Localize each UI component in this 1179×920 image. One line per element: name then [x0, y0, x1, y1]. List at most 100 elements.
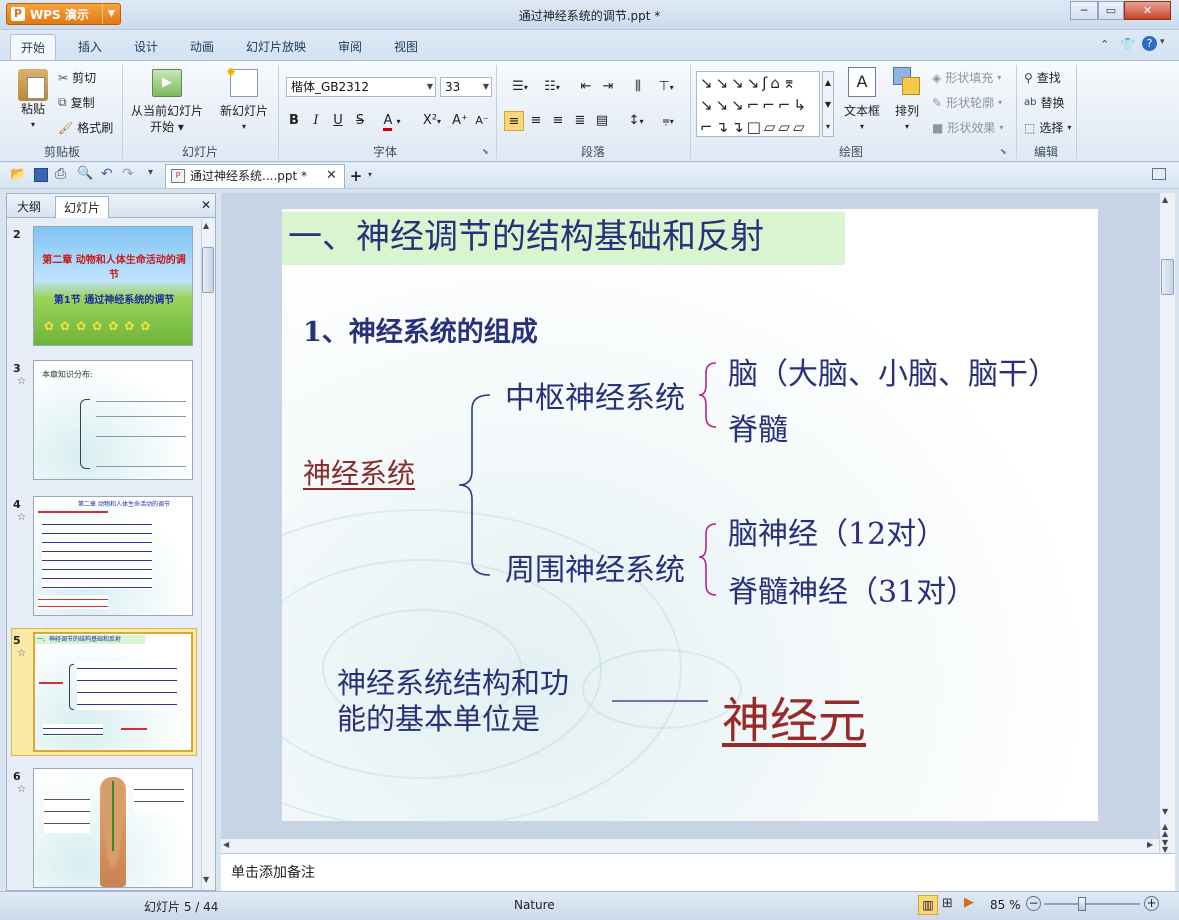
zoom-in-button[interactable]: + — [1144, 896, 1159, 911]
replace-button[interactable]: ab 替换 — [1024, 94, 1065, 111]
gallery-scroll[interactable]: ▲ ▼ ▾ — [822, 71, 834, 137]
zoom-slider-thumb[interactable] — [1078, 897, 1086, 911]
open-icon[interactable]: 📂 — [10, 167, 26, 182]
align-center-icon[interactable]: ≡ — [526, 111, 546, 131]
shrink-font-icon[interactable]: A⁻ — [472, 111, 492, 131]
save-icon[interactable] — [34, 168, 48, 182]
print-preview-icon[interactable]: 🔍 — [77, 166, 93, 181]
print-icon[interactable]: ⎙ — [55, 166, 66, 182]
peripheral-item-spinal-nerves[interactable]: 脊髓神经（31对） — [728, 567, 976, 611]
tab-slideshow[interactable]: 幻灯片放映 — [236, 34, 316, 60]
paste-button[interactable]: 粘贴 ▾ — [14, 69, 52, 133]
slide-thumbnail-5[interactable]: 一、神经调节的结构基础和反射 — [33, 632, 193, 752]
central-nervous-system[interactable]: 中枢神经系统 — [505, 373, 685, 417]
align-right-icon[interactable]: ≡ — [548, 111, 568, 131]
align-left-icon[interactable]: ≡ — [504, 111, 524, 131]
textbox-button[interactable]: A 文本框 ▾ — [842, 67, 882, 135]
tab-list-icon[interactable]: ▾ — [368, 170, 372, 179]
tab-insert[interactable]: 插入 — [68, 34, 112, 60]
undo-icon[interactable]: ↶ — [101, 166, 113, 182]
close-tab-icon[interactable]: ✕ — [326, 168, 337, 183]
italic-button[interactable]: I — [306, 111, 326, 131]
underline-button[interactable]: U — [328, 111, 348, 131]
scroll-right-icon[interactable]: ▶ — [1147, 840, 1153, 849]
tab-view[interactable]: 视图 — [384, 34, 428, 60]
bullet-list-icon[interactable]: ☰▾ — [506, 77, 534, 97]
slide-horizontal-scrollbar[interactable]: ◀ ▶ — [221, 838, 1159, 853]
columns-icon[interactable]: ⩦▾ — [654, 111, 682, 131]
numbered-list-icon[interactable]: ☷▾ — [538, 77, 566, 97]
text-direction-icon[interactable]: ⫼ — [628, 77, 648, 97]
minimize-button[interactable]: ─ — [1070, 1, 1098, 20]
slide-sorter-icon[interactable]: ⊞ — [942, 896, 953, 911]
tab-design[interactable]: 设计 — [124, 34, 168, 60]
normal-view-icon[interactable]: ▥ — [918, 895, 938, 915]
bold-button[interactable]: B — [284, 111, 304, 131]
central-item-spinal-cord[interactable]: 脊髓 — [728, 405, 788, 449]
font-color-button[interactable]: A ▾ — [376, 111, 408, 131]
previous-slide-icon[interactable]: ▲ ▲ — [1162, 823, 1168, 838]
slide[interactable]: 一、神经调节的结构基础和反射 1、神经系统的组成 神经系统 中枢神经系统 脑（大… — [282, 209, 1098, 821]
distribute-icon[interactable]: ▤ — [592, 111, 612, 131]
slideshow-icon[interactable]: ▶ — [964, 895, 974, 910]
skin-icon[interactable]: 👕 — [1120, 37, 1135, 51]
grow-font-icon[interactable]: A⁺ — [450, 111, 470, 131]
redo-icon[interactable]: ↷ — [122, 166, 134, 182]
central-item-brain[interactable]: 脑（大脑、小脑、脑干） — [728, 349, 1058, 393]
zoom-out-button[interactable]: − — [1026, 896, 1041, 911]
copy-button[interactable]: ⧉ 复制 — [58, 94, 95, 111]
decrease-indent-icon[interactable]: ⇤ — [576, 77, 596, 97]
align-text-icon[interactable]: ⊤▾ — [652, 77, 680, 97]
arrange-button[interactable]: 排列 ▾ — [888, 67, 926, 135]
justify-icon[interactable]: ≣ — [570, 111, 590, 131]
tab-outline[interactable]: 大纲 — [9, 196, 49, 218]
answer-neuron[interactable]: 神经元 — [722, 681, 866, 751]
scroll-down-icon[interactable]: ▼ — [203, 875, 209, 884]
scroll-down-icon[interactable]: ▼ — [1162, 807, 1168, 816]
customize-qat-icon[interactable]: ▾ — [148, 167, 153, 178]
close-pane-icon[interactable]: ✕ — [201, 198, 211, 212]
scroll-thumb[interactable] — [1161, 259, 1174, 295]
document-tab[interactable]: P 通过神经系统....ppt * — [165, 164, 345, 188]
line-spacing-icon[interactable]: ↕▾ — [622, 111, 650, 131]
font-name-combo[interactable]: 楷体_GB2312 ▼ — [286, 77, 436, 97]
scroll-thumb[interactable] — [202, 247, 214, 293]
shape-outline-button[interactable]: ✎ 形状轮廓 ▾ — [932, 94, 1002, 111]
select-button[interactable]: ⬚ 选择 ▾ — [1024, 119, 1071, 136]
new-slide-button[interactable]: ✸ 新幻灯片 ▾ — [216, 65, 272, 135]
tab-slides[interactable]: 幻灯片 — [55, 196, 110, 218]
slide-thumbnail-6[interactable] — [33, 768, 193, 888]
notes-pane[interactable]: 单击添加备注 — [221, 853, 1175, 891]
slide-thumbnail-4[interactable]: 第二章 动物和人体生命活动的调节 — [33, 496, 193, 616]
scroll-up-icon[interactable]: ▲ — [1162, 195, 1168, 204]
dialog-launcher-icon[interactable]: ⬊ — [1000, 147, 1007, 156]
slide-thumbnail-3[interactable]: 本章知识分布: — [33, 360, 193, 480]
tab-review[interactable]: 审阅 — [328, 34, 372, 60]
slide-vertical-scrollbar[interactable]: ▲ ▼ ▲ ▲ ▼ ▼ — [1159, 193, 1175, 854]
increase-indent-icon[interactable]: ⇥ — [598, 77, 618, 97]
tab-animation[interactable]: 动画 — [180, 34, 224, 60]
strikethrough-button[interactable]: S — [350, 111, 370, 131]
font-size-combo[interactable]: 33 ▼ — [440, 77, 492, 97]
unit-question[interactable]: 神经系统结构和功 能的基本单位是 — [337, 665, 569, 737]
shape-effects-button[interactable]: ■ 形状效果 ▾ — [932, 119, 1003, 136]
zoom-slider-track[interactable] — [1044, 903, 1140, 905]
new-tab-button[interactable]: + — [346, 166, 366, 186]
play-from-current-button[interactable]: ▶ 从当前幻灯片 开始 ▾ — [128, 69, 206, 135]
find-button[interactable]: ⚲ 查找 — [1024, 69, 1061, 86]
format-painter-button[interactable]: 🖌 格式刷 — [58, 119, 113, 136]
next-slide-icon[interactable]: ▼ ▼ — [1162, 839, 1168, 854]
shape-gallery[interactable]: ↘↘↘↘ʃ⌂⌆ ↘↘↘⌐⌐⌐↳ ⌐↴↴□▱▱▱ — [696, 71, 820, 137]
ribbon-collapse-icon[interactable]: ⌃ — [1100, 38, 1109, 51]
superscript-button[interactable]: X²▾ — [418, 111, 446, 131]
restore-layout-icon[interactable] — [1152, 168, 1166, 180]
shape-fill-button[interactable]: ◈ 形状填充 ▾ — [932, 69, 1001, 86]
scroll-left-icon[interactable]: ◀ — [223, 840, 229, 849]
maximize-button[interactable]: ▭ — [1098, 1, 1124, 20]
scroll-up-icon[interactable]: ▲ — [203, 221, 209, 230]
tab-home[interactable]: 开始 — [10, 34, 57, 60]
peripheral-nervous-system[interactable]: 周围神经系统 — [505, 545, 685, 589]
peripheral-item-cranial-nerves[interactable]: 脑神经（12对） — [728, 509, 946, 553]
dialog-launcher-icon[interactable]: ⬊ — [482, 147, 489, 156]
close-button[interactable]: ✕ — [1124, 1, 1171, 20]
